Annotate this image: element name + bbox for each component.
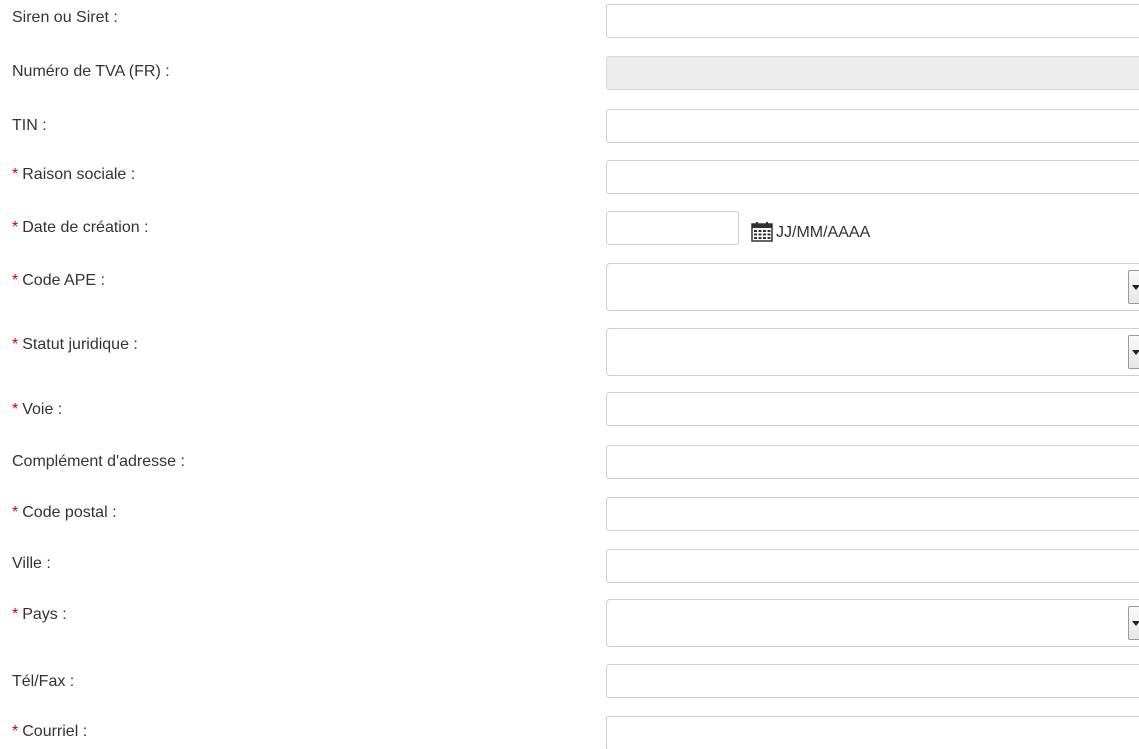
- statut-juridique-select[interactable]: [606, 328, 1139, 376]
- voie-input[interactable]: [606, 392, 1139, 426]
- code-ape-chevron-down-icon[interactable]: [1128, 270, 1139, 304]
- tin-input[interactable]: [606, 109, 1139, 143]
- tin-label: TIN :: [12, 116, 47, 136]
- siren-input[interactable]: [606, 4, 1139, 38]
- courriel-input[interactable]: [606, 716, 1139, 749]
- required-marker: *: [12, 166, 19, 183]
- required-marker: *: [12, 606, 19, 623]
- code-ape-label: * Code APE :: [12, 271, 105, 291]
- pays-label-text: Pays :: [22, 606, 67, 623]
- company-form: Siren ou Siret : Numéro de TVA (FR) : TI…: [0, 0, 1139, 749]
- code-postal-label: * Code postal :: [12, 503, 117, 523]
- siren-label: Siren ou Siret :: [12, 8, 118, 28]
- code-postal-input[interactable]: [606, 497, 1139, 531]
- siren-label-text: Siren ou Siret :: [12, 9, 118, 26]
- complement-adresse-label: Complément d'adresse :: [12, 452, 185, 472]
- raison-sociale-label: * Raison sociale :: [12, 165, 135, 185]
- pays-label: * Pays :: [12, 605, 67, 625]
- tel-fax-label-text: Tél/Fax :: [12, 673, 75, 690]
- statut-juridique-label-text: Statut juridique :: [22, 336, 138, 353]
- code-ape-label-text: Code APE :: [22, 272, 105, 289]
- statut-juridique-chevron-down-icon[interactable]: [1128, 335, 1139, 369]
- tva-label-text: Numéro de TVA (FR) :: [12, 63, 170, 80]
- courriel-label: * Courriel :: [12, 722, 87, 742]
- required-marker: *: [12, 336, 19, 353]
- date-creation-label: * Date de création :: [12, 218, 149, 238]
- tva-input: [606, 56, 1139, 90]
- pays-select[interactable]: [606, 599, 1139, 647]
- code-ape-select[interactable]: [606, 263, 1139, 311]
- required-marker: *: [12, 219, 19, 236]
- tel-fax-input[interactable]: [606, 664, 1139, 698]
- voie-label-text: Voie :: [22, 401, 63, 418]
- voie-label: * Voie :: [12, 400, 62, 420]
- required-marker: *: [12, 504, 19, 521]
- ville-label-text: Ville :: [12, 555, 51, 572]
- complement-adresse-input[interactable]: [606, 445, 1139, 479]
- required-marker: *: [12, 723, 19, 740]
- code-postal-label-text: Code postal :: [22, 504, 117, 521]
- required-marker: *: [12, 272, 19, 289]
- complement-adresse-label-text: Complément d'adresse :: [12, 453, 185, 470]
- raison-sociale-label-text: Raison sociale :: [22, 166, 136, 183]
- tva-label: Numéro de TVA (FR) :: [12, 62, 170, 82]
- ville-label: Ville :: [12, 554, 51, 574]
- raison-sociale-input[interactable]: [606, 160, 1139, 194]
- courriel-label-text: Courriel :: [22, 723, 88, 740]
- pays-chevron-down-icon[interactable]: [1128, 606, 1139, 640]
- date-creation-input[interactable]: [606, 211, 739, 245]
- tel-fax-label: Tél/Fax :: [12, 672, 74, 692]
- tin-label-text: TIN :: [12, 117, 47, 134]
- ville-input[interactable]: [606, 549, 1139, 583]
- calendar-icon[interactable]: [751, 222, 773, 242]
- statut-juridique-label: * Statut juridique :: [12, 335, 138, 355]
- date-creation-label-text: Date de création :: [22, 219, 149, 236]
- required-marker: *: [12, 401, 19, 418]
- date-format-hint: JJ/MM/AAAA: [776, 224, 871, 241]
